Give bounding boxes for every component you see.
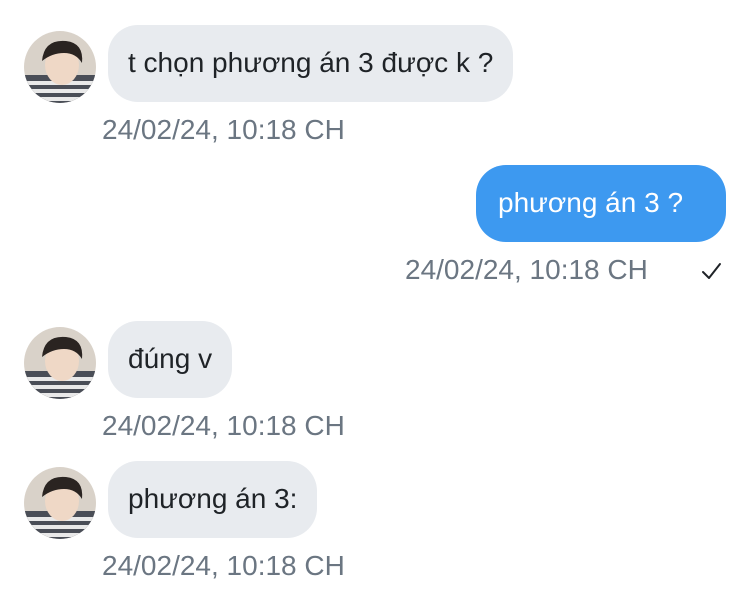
contact-avatar[interactable] [24,327,96,399]
message-bubble[interactable]: phương án 3 ? [476,165,726,242]
message-text: đúng v [128,343,213,374]
message-timestamp: 24/02/24, 10:18 CH [102,114,345,145]
message-bubble[interactable]: đúng v [108,321,233,398]
message-bubble[interactable]: phương án 3: [108,461,318,538]
message-timestamp: 24/02/24, 10:18 CH [102,550,345,581]
contact-avatar[interactable] [24,467,96,539]
avatar-image [24,467,96,539]
message-timestamp: 24/02/24, 10:18 CH [102,410,345,441]
avatar-image [24,31,96,103]
contact-avatar[interactable] [24,31,96,103]
message-timestamp: 24/02/24, 10:18 CH [405,254,648,285]
avatar-image [24,327,96,399]
message-text: t chọn phương án 3 được k ? [128,47,494,78]
message-bubble[interactable]: t chọn phương án 3 được k ? [108,25,514,102]
check-icon [702,263,721,279]
message-text: phương án 3 ? [498,187,684,218]
message-text: phương án 3: [128,483,298,514]
